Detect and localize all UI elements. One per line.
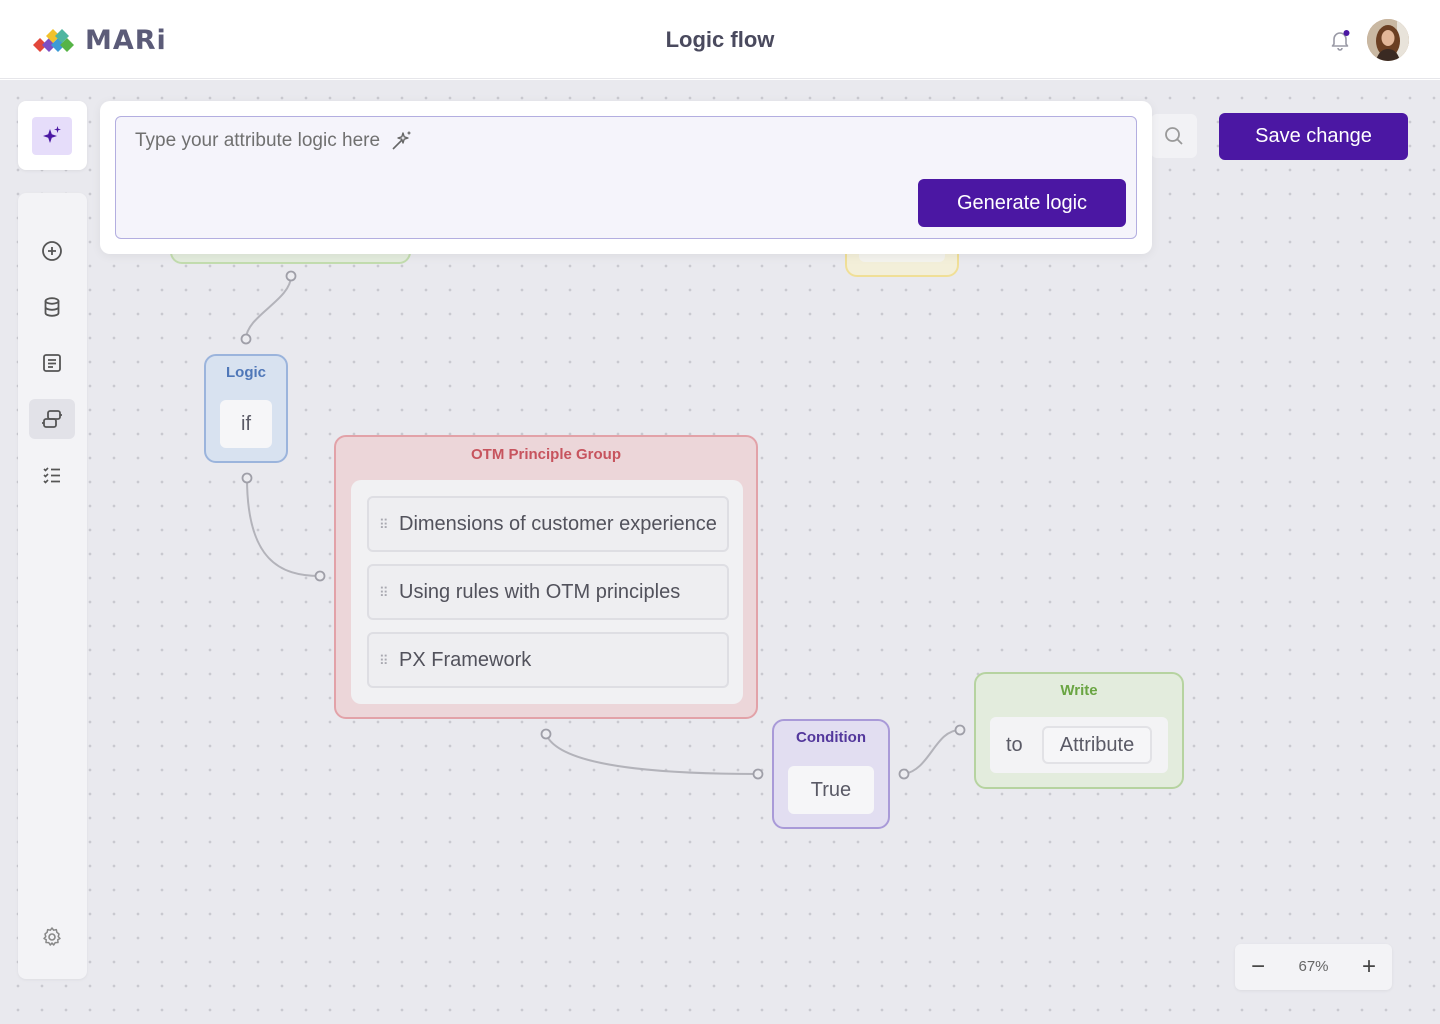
page-title: Logic flow bbox=[665, 27, 775, 52]
logic-node[interactable]: Logic if bbox=[204, 354, 288, 463]
group-item-list: ⠿ Dimensions of customer experience ⠿ Us… bbox=[351, 480, 743, 704]
logic-node-title: Logic bbox=[226, 364, 266, 381]
checklist-icon[interactable] bbox=[29, 455, 75, 495]
search-icon bbox=[1165, 127, 1183, 145]
zoom-level: 67% bbox=[1298, 958, 1329, 975]
write-to-label: to bbox=[1006, 734, 1023, 756]
database-icon[interactable] bbox=[29, 287, 75, 327]
add-circle-icon[interactable] bbox=[29, 231, 75, 271]
write-node-body: to Attribute bbox=[990, 717, 1168, 773]
sparkle-icon bbox=[43, 126, 61, 143]
top-bar: MARi Logic flow bbox=[0, 0, 1440, 79]
condition-node-value[interactable]: True bbox=[788, 766, 874, 814]
group-node-title: OTM Principle Group bbox=[470, 446, 621, 463]
user-avatar[interactable] bbox=[1367, 19, 1409, 61]
otm-principle-group-node[interactable]: OTM Principle Group ⠿ Dimensions of cust… bbox=[334, 435, 758, 719]
notification-bell-icon[interactable] bbox=[1328, 28, 1352, 52]
attribute-logic-input[interactable]: Type your attribute logic here Generate … bbox=[115, 116, 1137, 239]
ai-assistant-button[interactable] bbox=[18, 101, 87, 170]
logic-node-value[interactable]: if bbox=[220, 400, 272, 448]
attribute-logic-placeholder: Type your attribute logic here bbox=[135, 130, 381, 151]
left-sidebar bbox=[18, 193, 87, 979]
write-node[interactable]: Write to Attribute bbox=[974, 672, 1184, 789]
document-icon[interactable] bbox=[29, 343, 75, 383]
save-change-button[interactable]: Save change bbox=[1219, 113, 1408, 160]
group-item-label: PX Framework bbox=[399, 648, 532, 671]
group-item[interactable]: ⠿ Dimensions of customer experience bbox=[367, 496, 729, 552]
search-button[interactable] bbox=[1151, 114, 1197, 158]
zoom-out-button[interactable]: − bbox=[1241, 950, 1275, 984]
gear-icon[interactable] bbox=[29, 917, 75, 957]
drag-handle-icon[interactable]: ⠿ bbox=[379, 586, 389, 599]
magic-wand-icon bbox=[392, 131, 411, 150]
drag-handle-icon[interactable]: ⠿ bbox=[379, 518, 389, 531]
generate-logic-button[interactable]: Generate logic bbox=[918, 179, 1126, 227]
condition-node-title: Condition bbox=[796, 729, 866, 746]
group-item-label: Dimensions of customer experience bbox=[399, 512, 717, 535]
zoom-control: − 67% + bbox=[1235, 944, 1392, 990]
group-item-label: Using rules with OTM principles bbox=[399, 580, 681, 603]
ai-prompt-panel: Type your attribute logic here Generate … bbox=[100, 101, 1152, 254]
drag-handle-icon[interactable]: ⠿ bbox=[379, 654, 389, 667]
zoom-in-button[interactable]: + bbox=[1352, 950, 1386, 984]
flow-icon[interactable] bbox=[29, 399, 75, 439]
write-target-attribute[interactable]: Attribute bbox=[1042, 726, 1152, 764]
write-node-title: Write bbox=[1060, 682, 1098, 699]
condition-node[interactable]: Condition True bbox=[772, 719, 890, 829]
group-item[interactable]: ⠿ Using rules with OTM principles bbox=[367, 564, 729, 620]
group-item[interactable]: ⠿ PX Framework bbox=[367, 632, 729, 688]
